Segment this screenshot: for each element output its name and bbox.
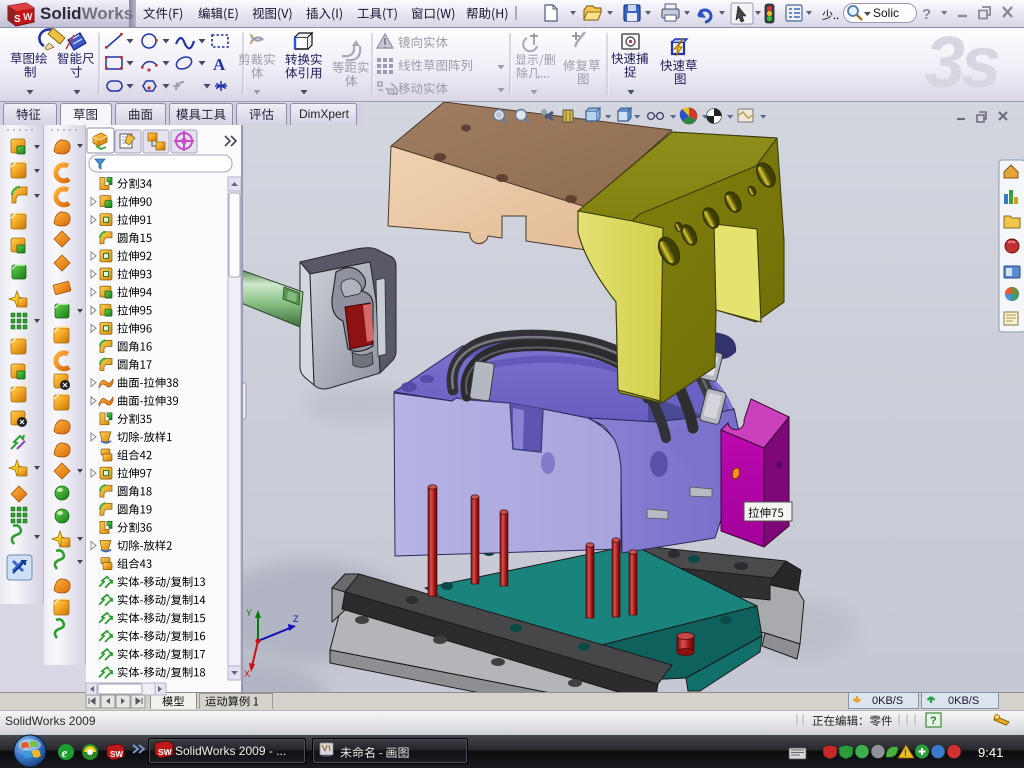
svg-text:Z: Z [293, 614, 299, 624]
svg-text:Y: Y [246, 608, 252, 618]
svg-text:X: X [244, 669, 250, 679]
